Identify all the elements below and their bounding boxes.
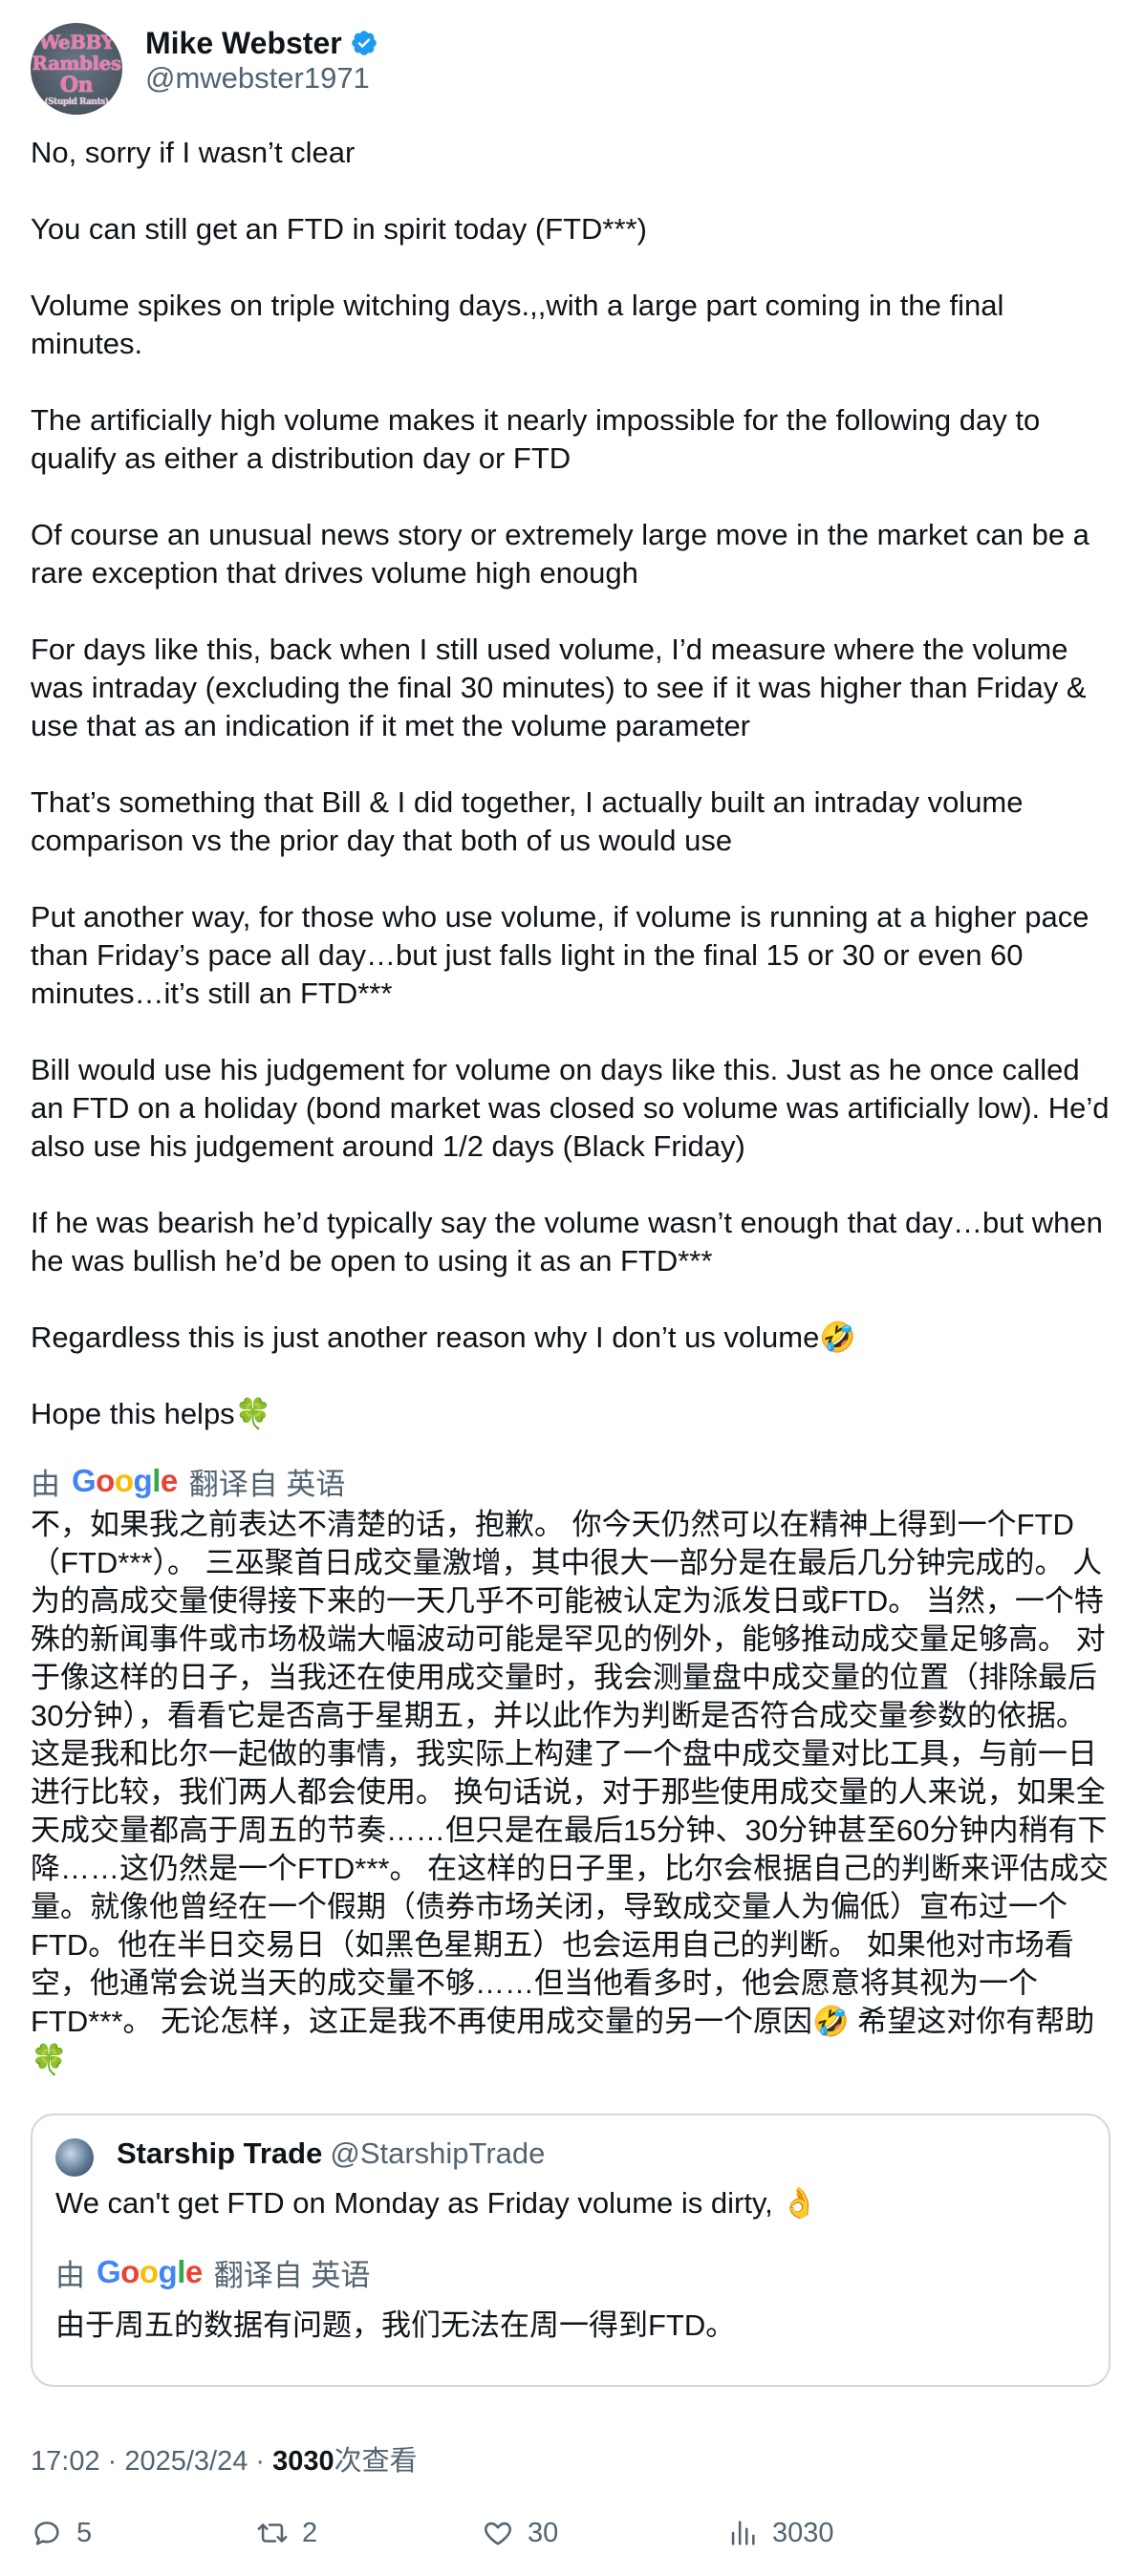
views-label: 次查看 [334, 2446, 418, 2477]
avatar-text-line: WeBBY [38, 31, 115, 54]
like-button[interactable]: 30 [482, 2517, 558, 2549]
google-logo-icon: Google [72, 1463, 178, 1498]
translate-prefix: 由 [55, 2258, 85, 2292]
analytics-bar-icon [731, 2521, 755, 2545]
quote-translation-attribution[interactable]: 由 Google 翻译自 英语 [55, 2251, 370, 2293]
like-count: 30 [528, 2517, 559, 2548]
quote-text: We can't get FTD on Monday as Friday vol… [55, 2186, 818, 2220]
google-logo-icon: Google [97, 2254, 203, 2289]
tweet-paragraph: Hope this helps🍀 [31, 1397, 272, 1430]
author-handle[interactable]: @mwebster1971 [145, 61, 370, 96]
translate-suffix: 翻译自 英语 [213, 2258, 371, 2292]
tweet-paragraph: You can still get an FTD in spirit today… [31, 212, 647, 246]
tweet-paragraph: Volume spikes on triple witching days.,,… [31, 289, 1004, 360]
tweet-translation: 不，如果我之前表达不清楚的话，抱歉。 你今天仍然可以在精神上得到一个FTD（FT… [31, 1508, 1110, 2076]
quote-author-handle: @StarshipTrade [330, 2136, 546, 2170]
tweet-meta: 17:02 · 2025/3/24 · 3030次查看 [31, 2438, 418, 2479]
tweet-paragraph: Bill would use his judgement for volume … [31, 1053, 1110, 1163]
tweet-text: No, sorry if I wasn’t clear You can stil… [31, 134, 1120, 1433]
author-name[interactable]: Mike Webster [145, 26, 342, 61]
tweet-time[interactable]: 17:02 [31, 2446, 100, 2477]
retweet-count: 2 [302, 2517, 318, 2548]
heart-icon [485, 2522, 511, 2545]
tweet-paragraph: Put another way, for those who use volum… [31, 900, 1089, 1010]
translate-prefix: 由 [31, 1467, 60, 1501]
tweet-paragraph: The artificially high volume makes it ne… [31, 403, 1041, 475]
reply-count: 5 [76, 2517, 93, 2548]
tweet-paragraph: For days like this, back when I still us… [31, 633, 1087, 742]
meta-separator: · [248, 2446, 273, 2477]
translation-attribution[interactable]: 由 Google 翻译自 英语 [31, 1460, 345, 1502]
quoted-tweet[interactable]: Starship Trade @StarshipTrade We can't ge… [31, 2114, 1111, 2387]
tweet-paragraph: Of course an unusual news story or extre… [31, 518, 1089, 590]
translate-suffix: 翻译自 英语 [188, 1467, 346, 1501]
meta-separator: · [99, 2446, 125, 2477]
avatar[interactable]: WeBBY Rambles On (Stupid Rants) [31, 23, 122, 115]
retweet-button[interactable]: 2 [256, 2517, 317, 2549]
quote-author-name: Starship Trade [117, 2136, 323, 2170]
action-bar: 5 2 30 3030 [31, 2517, 1111, 2555]
views-action-count: 3030 [772, 2517, 834, 2548]
tweet-paragraph: No, sorry if I wasn’t clear [31, 136, 356, 169]
views-count: 3030 [272, 2446, 334, 2477]
avatar-text-line: On [59, 73, 94, 97]
author-name-row: Mike Webster [145, 23, 378, 63]
avatar-text-line: Rambles [32, 52, 121, 75]
tweet-paragraph: Regardless this is just another reason w… [31, 1320, 856, 1354]
retweet-icon [257, 2523, 288, 2543]
quote-translation: 由于周五的数据有问题，我们无法在周一得到FTD。 [55, 2308, 736, 2342]
avatar-text-line: (Stupid Rants) [44, 97, 109, 107]
tweet-date[interactable]: 2025/3/24 [124, 2446, 248, 2477]
views-button[interactable]: 3030 [726, 2517, 834, 2549]
reply-button[interactable]: 5 [31, 2517, 92, 2549]
tweet-paragraph: If he was bearish he’d typically say the… [31, 1206, 1103, 1277]
tweet-header: WeBBY Rambles On (Stupid Rants) Mike Web… [31, 23, 1112, 115]
reply-icon [34, 2522, 59, 2545]
quote-avatar[interactable] [55, 2138, 94, 2177]
quote-author: Starship Trade @StarshipTrade [117, 2136, 545, 2171]
verified-badge-icon [351, 31, 377, 55]
tweet-paragraph: That’s something that Bill & I did toget… [31, 785, 1024, 857]
